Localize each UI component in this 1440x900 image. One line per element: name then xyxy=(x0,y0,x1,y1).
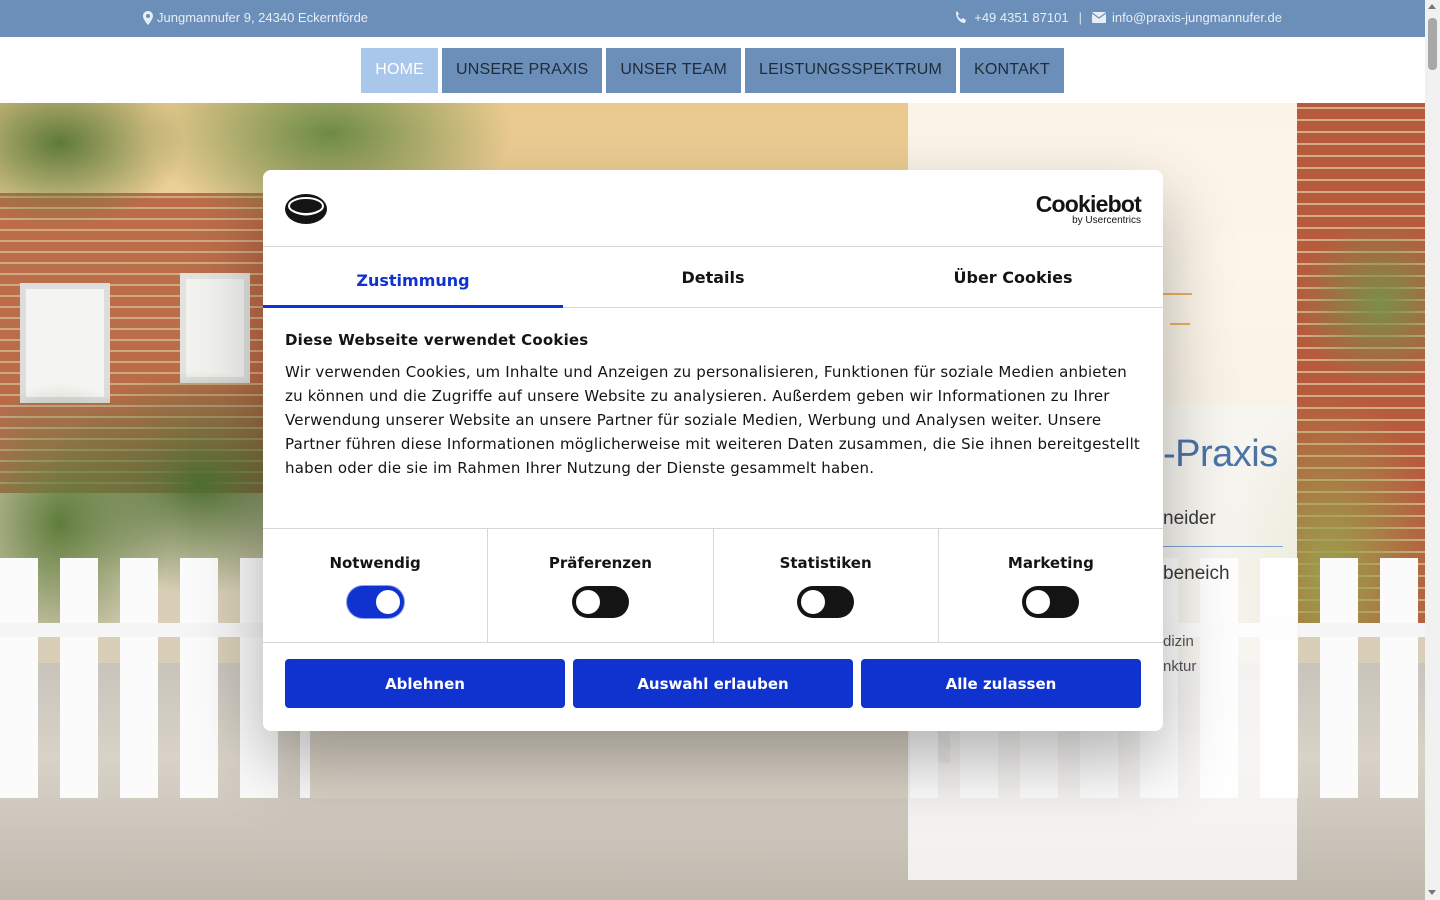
doctor-name-2: beneich xyxy=(1163,563,1230,584)
toggle-marketing[interactable] xyxy=(1022,586,1080,618)
tab-details[interactable]: Details xyxy=(563,247,863,307)
scroll-down-icon[interactable] xyxy=(1428,890,1436,895)
address-text: Jungmannufer 9, 24340 Eckernförde xyxy=(157,10,369,25)
dialog-text: Wir verwenden Cookies, um Inhalte und An… xyxy=(285,363,1141,477)
separator: | xyxy=(1078,10,1082,25)
category-statistiken: Statistiken xyxy=(714,529,939,642)
deny-button[interactable]: Ablehnen xyxy=(285,659,565,708)
toggle-praeferenzen[interactable] xyxy=(571,586,629,618)
practice-title: -Praxis xyxy=(1163,433,1278,475)
contact-info: +49 4351 87101 | info@praxis-jungmannufe… xyxy=(954,10,1282,25)
category-label: Statistiken xyxy=(779,554,872,572)
brand-sub: by Usercentrics xyxy=(1072,215,1141,226)
map-marker-icon xyxy=(143,10,153,25)
specialty-2: nktur xyxy=(1163,658,1197,675)
main-nav: HOME UNSERE PRAXIS UNSER TEAM LEISTUNGSS… xyxy=(0,37,1425,103)
specialty-1: dizin xyxy=(1163,633,1194,650)
allow-selection-button[interactable]: Auswahl erlauben xyxy=(573,659,853,708)
nav-unsere-praxis[interactable]: UNSERE PRAXIS xyxy=(442,47,603,93)
decorative-line xyxy=(1158,293,1192,295)
dialog-buttons: Ablehnen Auswahl erlauben Alle zulassen xyxy=(263,643,1163,708)
address: Jungmannufer 9, 24340 Eckernförde xyxy=(143,10,368,25)
cookiebot-logo-icon xyxy=(285,194,327,224)
consent-categories: Notwendig Präferenzen Statistiken Market… xyxy=(263,529,1163,643)
toggle-knob xyxy=(1026,590,1051,614)
category-label: Präferenzen xyxy=(548,554,652,572)
doctor-name-1: neider xyxy=(1163,508,1216,529)
tab-zustimmung[interactable]: Zustimmung xyxy=(263,247,563,308)
brand-name: Cookiebot xyxy=(1035,191,1142,217)
category-marketing: Marketing xyxy=(939,529,1163,642)
top-info-bar: Jungmannufer 9, 24340 Eckernförde +49 43… xyxy=(0,0,1425,37)
nav-leistungsspektrum[interactable]: LEISTUNGSSPEKTRUM xyxy=(745,47,957,93)
nav-unser-team[interactable]: UNSER TEAM xyxy=(606,47,742,93)
toggle-knob xyxy=(801,590,826,614)
email-link[interactable]: info@praxis-jungmannufer.de xyxy=(1112,10,1282,25)
toggle-knob xyxy=(375,590,400,614)
category-label: Notwendig xyxy=(329,554,421,572)
dialog-heading: Diese Webseite verwendet Cookies xyxy=(285,331,589,349)
category-praeferenzen: Präferenzen xyxy=(488,529,714,642)
scroll-up-icon[interactable] xyxy=(1428,4,1436,9)
cookiebot-brand[interactable]: Cookiebot by Usercentrics xyxy=(1035,191,1142,226)
category-notwendig: Notwendig xyxy=(263,529,489,642)
phone-icon xyxy=(956,10,967,23)
page-scrollbar[interactable] xyxy=(1425,0,1440,900)
envelope-icon xyxy=(1091,12,1106,23)
toggle-notwendig[interactable] xyxy=(346,586,404,618)
dialog-header: Cookiebot by Usercentrics xyxy=(263,170,1163,247)
dialog-body: Diese Webseite verwendet Cookies Wir ver… xyxy=(263,308,1163,529)
phone-link[interactable]: +49 4351 87101 xyxy=(974,10,1068,25)
toggle-knob xyxy=(575,590,600,614)
tab-ueber-cookies[interactable]: Über Cookies xyxy=(863,247,1163,307)
toggle-statistiken[interactable] xyxy=(797,586,855,618)
nav-kontakt[interactable]: KONTAKT xyxy=(960,47,1064,93)
scrollbar-thumb[interactable] xyxy=(1428,18,1437,70)
nav-home[interactable]: HOME xyxy=(361,47,438,93)
category-label: Marketing xyxy=(1007,554,1094,572)
decorative-line xyxy=(1170,323,1190,325)
dialog-tabs: Zustimmung Details Über Cookies xyxy=(263,247,1163,308)
cookie-consent-dialog: Cookiebot by Usercentrics Zustimmung Det… xyxy=(263,170,1163,731)
allow-all-button[interactable]: Alle zulassen xyxy=(861,659,1141,708)
divider xyxy=(1153,546,1283,547)
